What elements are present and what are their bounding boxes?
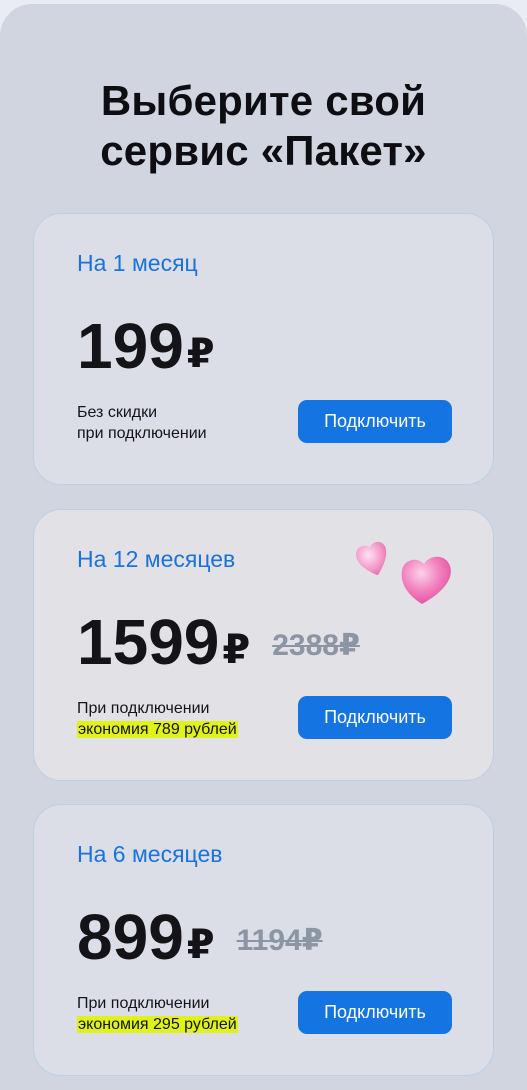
currency-sign: ₽ [186, 923, 215, 967]
plan-card-6-months: На 6 месяцев 899 ₽ 1194₽ При подключении… [33, 804, 494, 1076]
page-title-line1: Выберите свой [100, 77, 427, 124]
plan-price: 199 [77, 310, 184, 382]
plan-card-12-months: На 12 месяцев 1599 ₽ 2388₽ При подключен… [33, 509, 494, 781]
currency-sign: ₽ [186, 332, 215, 376]
savings-highlight: экономия 789 рублей [77, 721, 238, 738]
small-heart-icon [356, 541, 387, 576]
old-price: 1194₽ [236, 924, 323, 957]
hearts-icon [356, 541, 451, 604]
price-row: 1599 ₽ 2388₽ [77, 604, 360, 674]
plan-note: Без скидки при подключении [77, 402, 207, 444]
price-row: 199 ₽ [77, 308, 215, 378]
plan-note-line2: при подключении [77, 425, 207, 442]
plan-note-line1: При подключении [77, 995, 210, 1012]
large-heart-icon [401, 556, 451, 604]
plan-note-line1: При подключении [77, 700, 210, 717]
price-row: 899 ₽ 1194₽ [77, 899, 323, 969]
page-title-line2: сервис «Пакет» [100, 127, 427, 174]
plan-period: На 1 месяц [77, 250, 198, 276]
tariff-panel: Выберите свой сервис «Пакет» На 1 месяц … [0, 4, 527, 1090]
page-title: Выберите свой сервис «Пакет» [0, 76, 527, 176]
currency-sign: ₽ [222, 628, 251, 672]
savings-highlight: экономия 295 рублей [77, 1016, 238, 1033]
connect-button[interactable]: Подключить [298, 696, 452, 739]
plan-note: При подключении экономия 789 рублей [77, 698, 238, 740]
plan-period: На 12 месяцев [77, 546, 236, 572]
plan-period: На 6 месяцев [77, 841, 223, 867]
plan-note: При подключении экономия 295 рублей [77, 993, 238, 1035]
page: Выберите свой сервис «Пакет» На 1 месяц … [0, 0, 527, 1090]
plan-price: 899 [77, 901, 184, 973]
plan-note-line1: Без скидки [77, 404, 158, 421]
old-price: 2388₽ [272, 629, 360, 662]
plan-price: 1599 [77, 606, 220, 678]
connect-button[interactable]: Подключить [298, 991, 452, 1034]
plan-card-1-month: На 1 месяц 199 ₽ Без скидки при подключе… [33, 213, 494, 485]
connect-button[interactable]: Подключить [298, 400, 452, 443]
